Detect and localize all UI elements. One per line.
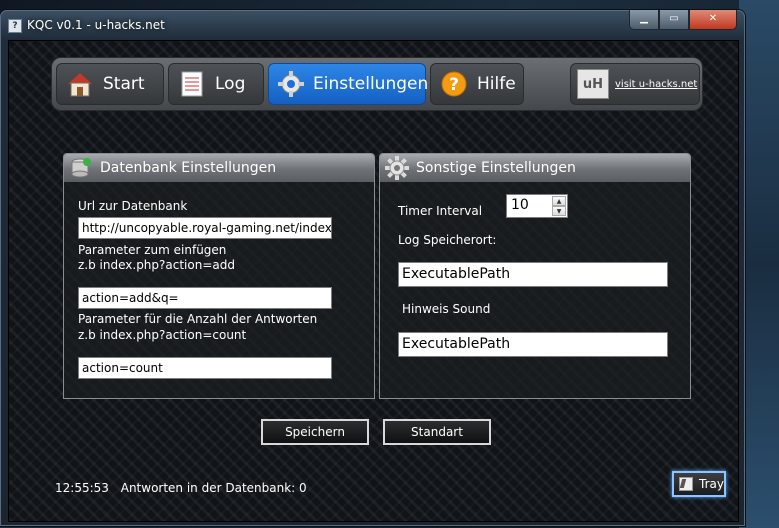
minimize-button[interactable]: ▁ bbox=[629, 10, 659, 30]
visit-website-button[interactable]: uH visit u-hacks.net bbox=[570, 63, 700, 105]
help-glyph: ? bbox=[449, 75, 459, 95]
add-param-example: z.b index.php?action=add bbox=[78, 258, 235, 272]
title-bar[interactable]: ? KQC v0.1 - u-hacks.net ▁ ▭ ✕ bbox=[0, 10, 745, 36]
gear-icon bbox=[277, 69, 305, 99]
tab-log-label: Log bbox=[215, 74, 246, 94]
spinner-down-arrow-icon[interactable]: ▼ bbox=[552, 206, 566, 216]
app-icon[interactable]: ? bbox=[8, 19, 22, 33]
database-settings-header: Datenbank Einstellungen bbox=[64, 154, 374, 182]
default-button[interactable]: Standart bbox=[383, 419, 491, 445]
database-icon bbox=[68, 156, 94, 180]
tab-settings-label: Einstellungen bbox=[313, 74, 429, 94]
tab-log[interactable]: Log bbox=[168, 63, 264, 105]
add-param-label: Parameter zum einfügen bbox=[78, 243, 227, 257]
status-time: 12:55:53 bbox=[55, 481, 109, 495]
visit-link[interactable]: visit u-hacks.net bbox=[615, 79, 697, 90]
add-param-input[interactable]: action=add&q= bbox=[78, 287, 332, 309]
help-icon: ? bbox=[439, 69, 469, 99]
log-location-input[interactable]: ExecutablePath bbox=[398, 262, 668, 287]
timer-interval-label: Timer Interval bbox=[398, 204, 483, 218]
close-button[interactable]: ✕ bbox=[689, 10, 737, 30]
status-bar: 12:55:53 Antworten in der Datenbank: 0 bbox=[55, 481, 307, 495]
app-window: ? KQC v0.1 - u-hacks.net ▁ ▭ ✕ Start Log… bbox=[0, 10, 745, 526]
count-param-label: Parameter für die Anzahl der Antworten bbox=[78, 312, 318, 326]
tab-start-label: Start bbox=[103, 74, 145, 94]
tab-help[interactable]: ? Hilfe bbox=[430, 63, 524, 105]
count-param-input[interactable]: action=count bbox=[78, 357, 332, 379]
database-settings-title: Datenbank Einstellungen bbox=[100, 160, 277, 176]
navigation-bar: Start Log Einstellungen ? Hilfe uH visit… bbox=[51, 57, 703, 111]
window-title: KQC v0.1 - u-hacks.net bbox=[27, 18, 165, 32]
tab-start[interactable]: Start bbox=[56, 63, 164, 105]
tab-help-label: Hilfe bbox=[477, 74, 516, 94]
spinner-up-arrow-icon[interactable]: ▲ bbox=[552, 196, 566, 206]
timer-interval-value: 10 bbox=[511, 197, 529, 213]
window-controls: ▁ ▭ ✕ bbox=[629, 10, 737, 30]
tray-icon bbox=[679, 477, 693, 491]
url-input[interactable]: http://uncopyable.royal-gaming.net/index… bbox=[78, 217, 332, 239]
timer-interval-spinner[interactable]: 10 ▲ ▼ bbox=[506, 194, 568, 218]
save-button[interactable]: Speichern bbox=[261, 419, 369, 445]
desktop-background bbox=[739, 0, 779, 528]
log-location-label: Log Speicherort: bbox=[398, 233, 497, 247]
tray-button[interactable]: Tray bbox=[672, 471, 726, 497]
client-area: Start Log Einstellungen ? Hilfe uH visit… bbox=[8, 40, 739, 522]
status-text: Antworten in der Datenbank: 0 bbox=[120, 481, 307, 495]
notification-sound-input[interactable]: ExecutablePath bbox=[398, 332, 668, 357]
home-icon bbox=[65, 69, 95, 99]
maximize-button[interactable]: ▭ bbox=[659, 10, 689, 30]
url-label: Url zur Datenbank bbox=[78, 199, 188, 213]
uhacks-logo-icon: uH bbox=[577, 69, 609, 99]
notification-sound-label: Hinweis Sound bbox=[402, 302, 491, 316]
notepad-icon bbox=[177, 69, 207, 99]
gear-icon bbox=[384, 156, 410, 180]
tray-label: Tray bbox=[699, 477, 724, 491]
count-param-example: z.b index.php?action=count bbox=[78, 328, 247, 342]
misc-settings-header: Sonstige Einstellungen bbox=[380, 154, 690, 182]
misc-settings-title: Sonstige Einstellungen bbox=[416, 160, 576, 176]
tab-settings[interactable]: Einstellungen bbox=[268, 63, 429, 105]
